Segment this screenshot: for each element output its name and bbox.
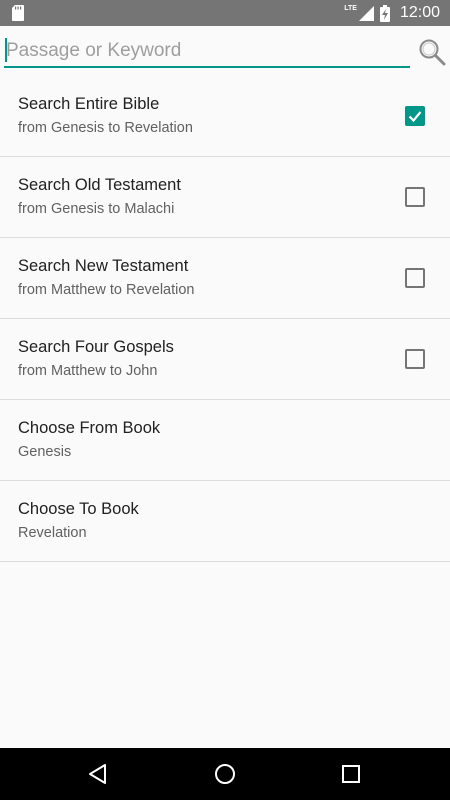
option-search-old-testament[interactable]: Search Old Testament from Genesis to Mal… (0, 157, 450, 238)
checkmark-icon (408, 111, 422, 123)
option-subtitle: from Matthew to John (18, 363, 158, 379)
option-subtitle: from Matthew to Revelation (18, 282, 195, 298)
option-subtitle: from Genesis to Malachi (18, 201, 175, 217)
option-value: Genesis (18, 444, 72, 460)
search-input[interactable] (4, 36, 410, 68)
option-choose-to-book[interactable]: Choose To Book Revelation (0, 481, 450, 562)
option-title: Search New Testament (18, 257, 189, 275)
sd-card-icon (12, 5, 24, 21)
checkbox-entire-bible[interactable] (405, 106, 425, 126)
option-title: Search Old Testament (18, 176, 181, 194)
option-search-new-testament[interactable]: Search New Testament from Matthew to Rev… (0, 238, 450, 319)
search-options-list: Search Entire Bible from Genesis to Reve… (0, 76, 450, 562)
option-title: Choose To Book (18, 500, 139, 518)
status-bar: LTE 12:00 (0, 0, 450, 26)
text-cursor (5, 38, 7, 62)
search-bar (0, 26, 450, 78)
option-subtitle: from Genesis to Revelation (18, 120, 193, 136)
clock: 12:00 (399, 4, 440, 21)
checkbox-four-gospels[interactable] (405, 349, 425, 369)
home-icon[interactable] (213, 762, 237, 786)
option-choose-from-book[interactable]: Choose From Book Genesis (0, 400, 450, 481)
battery-charging-icon (379, 4, 390, 22)
search-icon[interactable] (418, 38, 446, 66)
checkbox-old-testament[interactable] (405, 187, 425, 207)
option-value: Revelation (18, 525, 87, 541)
navigation-bar (0, 748, 450, 800)
option-title: Choose From Book (18, 419, 161, 437)
checkbox-new-testament[interactable] (405, 268, 425, 288)
option-search-four-gospels[interactable]: Search Four Gospels from Matthew to John (0, 319, 450, 400)
signal-icon (358, 5, 374, 21)
option-search-entire-bible[interactable]: Search Entire Bible from Genesis to Reve… (0, 76, 450, 157)
network-type-label: LTE (344, 4, 357, 12)
back-icon[interactable] (86, 762, 110, 786)
recents-icon[interactable] (339, 762, 363, 786)
option-title: Search Four Gospels (18, 338, 174, 356)
option-title: Search Entire Bible (18, 95, 160, 113)
